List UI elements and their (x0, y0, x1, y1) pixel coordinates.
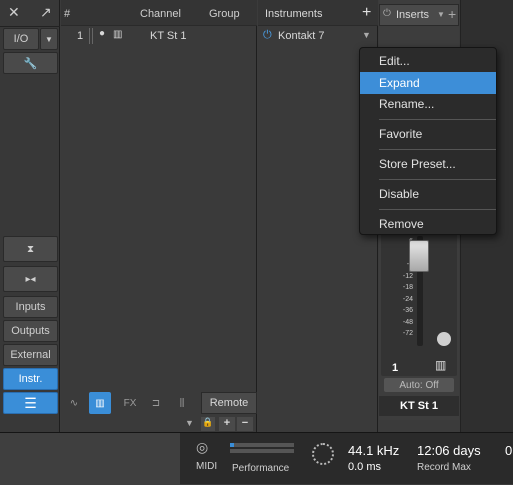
pan-knob[interactable] (437, 332, 451, 346)
keyboard-icon: ▥ (435, 358, 447, 372)
menu-item-edit[interactable]: Edit... (360, 50, 496, 72)
column-channel-header[interactable]: Channel (140, 8, 181, 20)
record-time: 12:06 days (417, 443, 481, 458)
instrument-keyboard-icon[interactable]: ▥ (89, 392, 111, 414)
menu-item-disable[interactable]: Disable (360, 183, 496, 205)
channel-row-number: 1 (77, 30, 84, 42)
keyboard-icon: ▥ (113, 29, 123, 40)
list-view-icon[interactable]: ☰ (3, 392, 58, 414)
remove-icon[interactable]: − (237, 417, 253, 431)
instrument-row[interactable]: ⏻ Kontakt 7 ▼ (258, 26, 378, 46)
chevron-down-icon[interactable]: ▼ (362, 30, 371, 40)
fx-button[interactable]: FX (119, 392, 141, 414)
wrench-icon[interactable]: 🔧 (3, 52, 58, 74)
performance-label: Performance (232, 463, 290, 474)
outputs-button[interactable]: Outputs (3, 320, 58, 342)
transport-left-area (0, 433, 180, 485)
close-icon[interactable]: ✕ (8, 4, 20, 21)
audio-wave-icon[interactable]: ∿ (63, 392, 85, 414)
io-dropdown-icon[interactable]: ▼ (40, 28, 58, 50)
chevron-down-icon[interactable]: ▼ (437, 10, 445, 19)
lock-icon[interactable]: 🔒 (201, 417, 215, 431)
inputs-button[interactable]: Inputs (3, 296, 58, 318)
instruments-title: Instruments (265, 8, 323, 20)
channel-list-panel: # Channel Group 1 ● ▥ KT St 1 ∿ ▥ FX ⊐ ⫼… (61, 0, 257, 432)
channel-list-toolbar: ∿ ▥ FX ⊐ ⫼ Remote (61, 390, 257, 416)
fader-handle[interactable] (409, 240, 429, 272)
menu-item-favorite[interactable]: Favorite (360, 123, 496, 145)
instrument-name[interactable]: Kontakt 7 (278, 30, 324, 42)
add-insert-icon[interactable]: + (448, 6, 456, 22)
add-instrument-icon[interactable]: + (362, 4, 371, 22)
power-icon[interactable]: ⏻ (383, 8, 391, 19)
record-dot-icon[interactable]: ● (99, 28, 105, 39)
vca-icon[interactable]: ⫼ (171, 392, 193, 414)
midi-monitor-icon[interactable]: ◎ (196, 439, 208, 456)
latency: 0.0 ms (348, 461, 382, 473)
context-menu: Edit... Expand Rename... Favorite Store … (359, 47, 497, 235)
menu-separator (379, 119, 496, 120)
menu-item-remove[interactable]: Remove (360, 213, 496, 235)
add-icon[interactable]: + (219, 417, 235, 431)
menu-separator (379, 179, 496, 180)
record-max-label: Record Max (417, 462, 471, 473)
sync-icon[interactable] (312, 443, 334, 465)
menu-separator (379, 149, 496, 150)
collapse-vertical-icon[interactable]: ⧗ (3, 236, 58, 262)
expand-arrow-icon[interactable]: ↗ (40, 4, 52, 21)
channel-row-name[interactable]: KT St 1 (150, 30, 186, 42)
channel-row[interactable]: 1 ● ▥ KT St 1 (61, 26, 257, 46)
dropdown-arrow-icon[interactable]: ▼ (185, 418, 194, 428)
performance-meter-2 (230, 449, 294, 453)
column-number-header: # (64, 8, 71, 20)
inserts-header[interactable]: ⏻ Inserts ▼ + (379, 4, 459, 26)
automation-button[interactable]: Auto: Off (384, 378, 454, 392)
transport-bar: ◎ MIDI Performance 44.1 kHz 0.0 ms 12:06… (0, 432, 513, 485)
sample-rate: 44.1 kHz (348, 443, 400, 458)
inserts-label: Inserts (396, 9, 430, 21)
remote-button[interactable]: Remote (201, 392, 257, 414)
menu-separator (379, 209, 496, 210)
menu-item-expand[interactable]: Expand (360, 72, 496, 94)
external-button[interactable]: External (3, 344, 58, 366)
channel-name-label[interactable]: KT St 1 (379, 396, 459, 416)
instr-button[interactable]: Instr. (3, 368, 58, 390)
midi-label: MIDI (196, 461, 218, 472)
drag-handle[interactable] (89, 28, 93, 44)
column-group-header[interactable]: Group (209, 8, 240, 20)
menu-item-store-preset[interactable]: Store Preset... (360, 153, 496, 175)
channel-number: 1 (392, 362, 399, 374)
io-button[interactable]: I/O (3, 28, 39, 50)
performance-meter (230, 443, 294, 447)
menu-item-rename[interactable]: Rename... (360, 93, 496, 115)
left-panel: ✕ ↗ I/O ▼ 🔧 ⧗ ▸◂ Inputs Outputs External… (0, 0, 60, 432)
collapse-horizontal-icon[interactable]: ▸◂ (3, 266, 58, 292)
power-icon[interactable]: ⏻ (263, 29, 272, 42)
partial-value: 0 (505, 443, 513, 458)
bus-icon[interactable]: ⊐ (145, 392, 167, 414)
